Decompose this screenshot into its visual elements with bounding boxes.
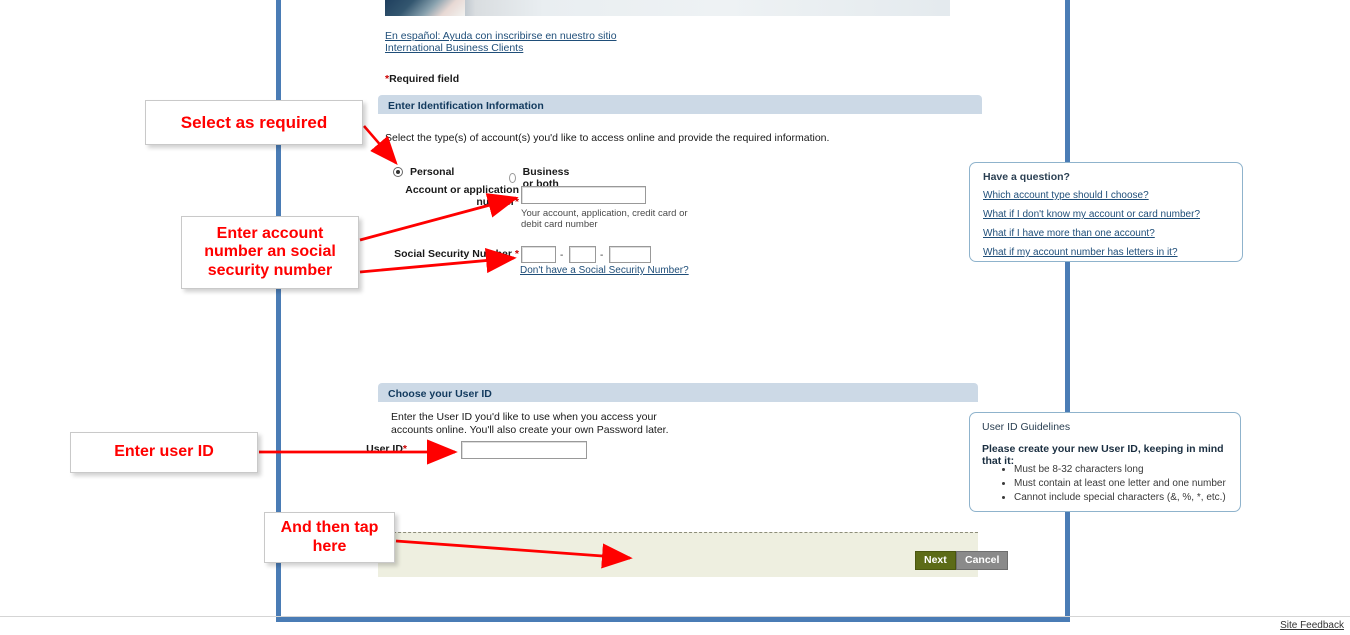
site-feedback-link[interactable]: Site Feedback	[1280, 620, 1344, 631]
have-a-question-links: Which account type should I choose? What…	[983, 190, 1200, 266]
ssn-part2-input[interactable]	[569, 246, 596, 263]
callout-enter-account-number: Enter account number an social security …	[181, 216, 359, 289]
link-dont-know-account-number[interactable]: What if I don't know my account or card …	[983, 209, 1200, 220]
screenshot-root: En español: Ayuda con inscribirse en nue…	[0, 0, 1350, 635]
account-number-input[interactable]	[521, 186, 646, 204]
userid-intro-text: Enter the User ID you'd like to use when…	[391, 411, 669, 437]
account-number-label: Account or application number*	[339, 184, 519, 208]
radio-business-indicator	[509, 173, 516, 183]
userid-intro-line1: Enter the User ID you'd like to use when…	[391, 411, 657, 423]
radio-personal-indicator	[393, 167, 403, 177]
callout-select-as-required: Select as required	[145, 100, 363, 145]
list-item: Must contain at least one letter and one…	[1014, 477, 1226, 490]
page-banner-image	[385, 0, 950, 16]
link-more-than-one-account[interactable]: What if I have more than one account?	[983, 228, 1200, 239]
section-header-identification: Enter Identification Information	[378, 95, 982, 114]
account-hint-line2: debit card number	[521, 219, 598, 230]
browser-page-frame: En español: Ayuda con inscribirse en nue…	[276, 0, 1243, 622]
link-no-ssn[interactable]: Don't have a Social Security Number?	[520, 265, 689, 276]
identification-intro-text: Select the type(s) of account(s) you'd l…	[385, 132, 830, 144]
banner-photo-fragment	[385, 0, 465, 16]
userid-required-asterisk-icon: *	[402, 443, 407, 455]
list-item: Cannot include special characters (&, %,…	[1014, 491, 1226, 504]
account-number-hint: Your account, application, credit card o…	[521, 208, 696, 230]
userid-guidelines-list: Must be 8-32 characters long Must contai…	[1000, 463, 1226, 505]
ssn-part1-input[interactable]	[521, 246, 556, 263]
account-hint-line1: Your account, application, credit card o…	[521, 208, 688, 219]
next-button[interactable]: Next	[915, 551, 956, 570]
radio-personal[interactable]: Personal	[393, 166, 454, 178]
ssn-required-asterisk-icon: *	[514, 248, 519, 260]
ssn-part3-input[interactable]	[609, 246, 651, 263]
account-number-label-line1: Account or application	[405, 184, 519, 196]
link-which-account-type[interactable]: Which account type should I choose?	[983, 190, 1200, 201]
form-action-bar: Next Cancel	[378, 532, 1009, 577]
userid-label-text: User ID	[366, 443, 403, 455]
cancel-button[interactable]: Cancel	[956, 551, 1009, 570]
radio-personal-label: Personal	[410, 166, 455, 178]
ssn-separator-2: -	[600, 250, 604, 261]
userid-label: User ID*	[327, 443, 407, 455]
link-espanol-help[interactable]: En español: Ayuda con inscribirse en nue…	[385, 30, 617, 42]
have-a-question-box: Have a question? Which account type shou…	[969, 162, 1243, 262]
callout-enter-user-id: Enter user ID	[70, 432, 258, 473]
link-account-number-letters[interactable]: What if my account number has letters in…	[983, 247, 1200, 258]
list-item: Must be 8-32 characters long	[1014, 463, 1226, 476]
userid-input[interactable]	[461, 441, 587, 459]
userid-intro-line2: accounts online. You'll also create your…	[391, 424, 669, 436]
account-required-asterisk-icon: *	[514, 196, 519, 208]
page-bottom-divider	[0, 616, 1350, 617]
userid-guidelines-box: User ID Guidelines Please create your ne…	[969, 412, 1241, 512]
required-field-note: *Required field	[385, 73, 459, 85]
have-a-question-title: Have a question?	[983, 171, 1070, 183]
section-header-choose-userid: Choose your User ID	[378, 383, 978, 402]
userid-guidelines-title: User ID Guidelines	[982, 421, 1071, 433]
callout-and-then-tap-here: And then tap here	[264, 512, 395, 563]
top-links: En español: Ayuda con inscribirse en nue…	[385, 30, 617, 54]
ssn-label-text: Social Security Number	[394, 248, 512, 260]
account-number-label-line2: number	[476, 196, 515, 208]
required-field-label: Required field	[389, 73, 460, 85]
link-international-business-clients[interactable]: International Business Clients	[385, 42, 617, 54]
ssn-separator-1: -	[560, 250, 564, 261]
